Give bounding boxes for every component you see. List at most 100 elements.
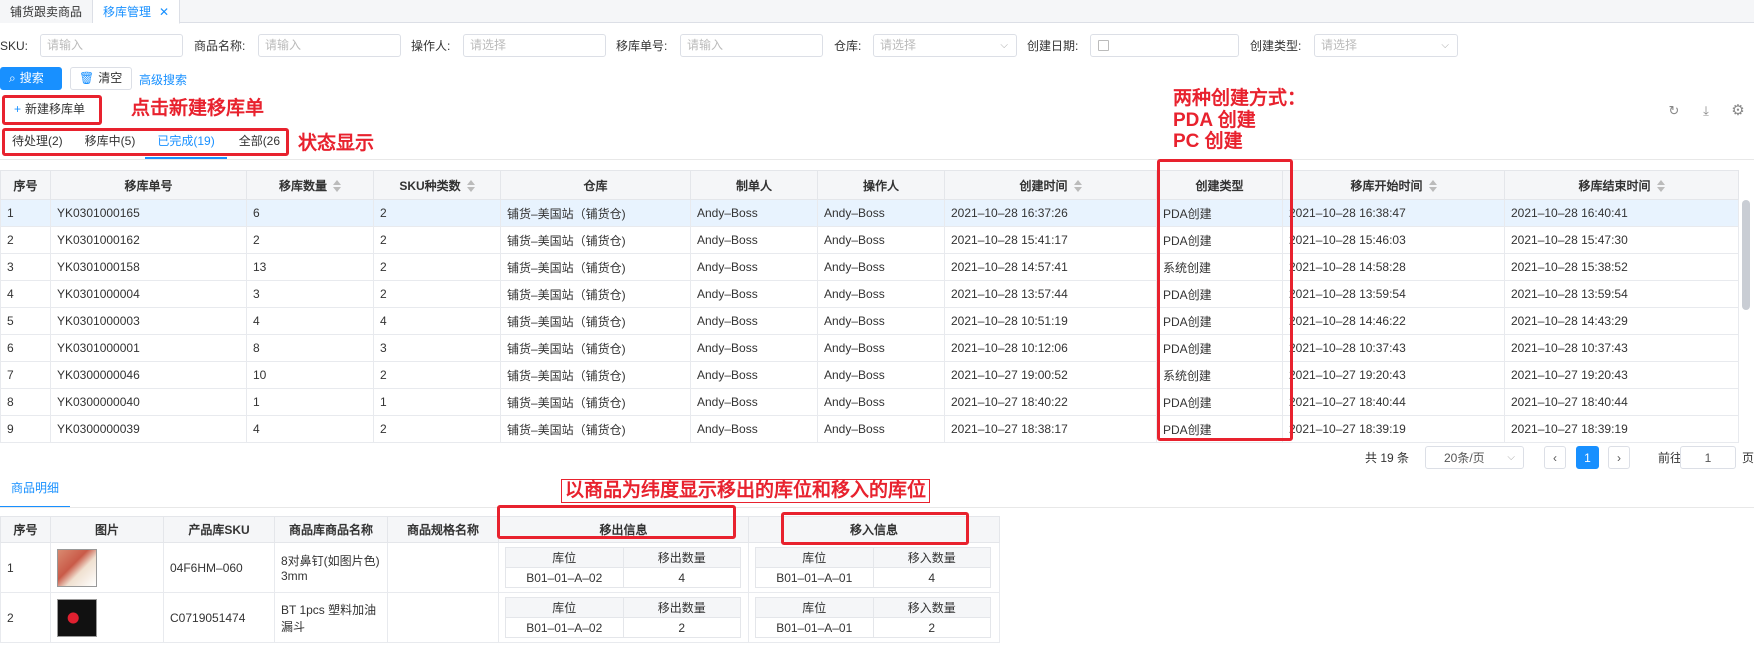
move-no-input[interactable]: 请输入 <box>680 34 823 57</box>
in-qty-header: 移入数量 <box>872 547 991 568</box>
out-loc-value: B01–01–A–02 <box>505 567 624 588</box>
next-page-button[interactable]: › <box>1608 446 1630 469</box>
table-row[interactable]: 7 YK0300000046 10 2 铺货–美国站（铺货仓) Andy–Boss Andy… <box>0 361 1739 389</box>
tab-distribution-products[interactable]: 铺货跟卖商品 <box>0 0 94 23</box>
in-loc-value: B01–01–A–01 <box>755 617 874 638</box>
tab-product-detail[interactable]: 商品明细 <box>0 478 70 508</box>
sort-icon[interactable] <box>333 180 341 193</box>
cell-warehouse: 铺货–美国站（铺货仓) <box>500 280 691 308</box>
cell-move-qty: 4 <box>246 415 374 443</box>
table-row[interactable]: 8 YK0300000040 1 1 铺货–美国站（铺货仓) Andy–Boss Andy–… <box>0 388 1739 416</box>
warehouse-select[interactable]: 请选择 ⌵ <box>873 34 1017 57</box>
prev-page-button[interactable]: ‹ <box>1544 446 1566 469</box>
cell-no: 7 <box>0 361 51 389</box>
sort-icon[interactable] <box>1428 180 1437 193</box>
cell-no: 4 <box>0 280 51 308</box>
annotation-box-status-tabs <box>2 128 289 156</box>
tab-move-management[interactable]: 移库管理 ✕ <box>93 0 181 24</box>
detail-cell-image <box>50 542 164 593</box>
cell-operator: Andy–Boss <box>817 226 945 254</box>
cell-create-time: 2021–10–27 18:40:22 <box>944 388 1157 416</box>
table-row: 1 04F6HM–060 8对鼻钉(如图片色) 3mm 库位 移出数量 B01–0… <box>0 542 1000 593</box>
annotation-status-show: 状态显示 <box>298 133 375 154</box>
cell-move-no: YK0300000046 <box>50 361 247 389</box>
refresh-icon[interactable]: ↻ <box>1667 104 1681 118</box>
goto-page-input[interactable]: 1 <box>1680 446 1736 469</box>
cell-move-qty: 2 <box>246 226 374 254</box>
pagination-total: 共 19 条 <box>1365 451 1410 465</box>
sort-icon[interactable] <box>466 180 475 193</box>
out-loc-header: 库位 <box>505 547 624 568</box>
cell-end-time: 2021–10–28 15:47:30 <box>1504 226 1739 254</box>
col-header-sku-types[interactable]: SKU种类数 <box>373 170 501 200</box>
table-row[interactable]: 9 YK0300000039 4 2 铺货–美国站（铺货仓) Andy–Boss Andy–… <box>0 415 1739 443</box>
cell-start-time: 2021–10–27 18:40:44 <box>1282 388 1505 416</box>
cell-no: 5 <box>0 307 51 335</box>
cell-warehouse: 铺货–美国站（铺货仓) <box>500 361 691 389</box>
cell-move-no: YK0301000004 <box>50 280 247 308</box>
search-icon: ⌕ <box>9 71 16 85</box>
col-header-end-time[interactable]: 移库结束时间 <box>1504 170 1739 200</box>
product-name-input[interactable]: 请输入 <box>258 34 401 57</box>
operator-select[interactable]: 请选择 <box>463 34 606 57</box>
in-info-table: 库位 移入数量 B01–01–A–01 4 <box>755 547 991 588</box>
cell-creator: Andy–Boss <box>690 226 818 254</box>
cell-move-no: YK0300000039 <box>50 415 247 443</box>
sort-icon[interactable] <box>1073 180 1082 193</box>
out-qty-value: 4 <box>622 567 741 588</box>
create-type-select[interactable]: 请选择 ⌵ <box>1314 34 1458 57</box>
detail-col-no: 序号 <box>0 516 51 543</box>
product-thumbnail[interactable] <box>57 598 97 637</box>
cell-creator: Andy–Boss <box>690 253 818 281</box>
page-size-select[interactable]: 20条/页 ⌵ <box>1425 446 1524 469</box>
col-header-start-time[interactable]: 移库开始时间 <box>1282 170 1505 200</box>
annotation-box-new-order <box>2 95 102 125</box>
cell-start-time: 2021–10–27 19:20:43 <box>1282 361 1505 389</box>
search-button-label: 搜索 <box>19 71 44 85</box>
detail-cell-no: 1 <box>0 542 51 593</box>
detail-col-product-name: 商品库商品名称 <box>274 516 388 543</box>
sku-input[interactable]: 请输入 <box>40 34 183 57</box>
table-row[interactable]: 2 YK0301000162 2 2 铺货–美国站（铺货仓) Andy–Boss Andy–… <box>0 226 1739 254</box>
chevron-left-icon: ‹ <box>1553 450 1557 465</box>
product-thumbnail[interactable] <box>57 548 97 587</box>
move-no-placeholder: 请输入 <box>687 38 724 52</box>
cell-end-time: 2021–10–28 13:59:54 <box>1504 280 1739 308</box>
search-button[interactable]: ⌕ 搜索 <box>0 67 62 90</box>
table-scrollbar[interactable] <box>1742 200 1750 310</box>
advanced-search-link[interactable]: 高级搜索 <box>139 71 187 88</box>
table-row[interactable]: 4 YK0301000004 3 2 铺货–美国站（铺货仓) Andy–Boss Andy–… <box>0 280 1739 308</box>
annotation-box-in-info <box>781 512 969 545</box>
detail-cell-out-info: 库位 移出数量 B01–01–A–02 4 <box>498 542 749 593</box>
out-qty-value: 2 <box>622 617 741 638</box>
clear-button[interactable]: 🗑 清空 <box>70 67 132 90</box>
table-row[interactable]: 1 YK0301000165 6 2 铺货–美国站（铺货仓) Andy–Boss Andy–… <box>0 199 1739 227</box>
gear-icon[interactable]: ⚙ <box>1731 103 1745 118</box>
cell-move-qty: 8 <box>246 334 374 362</box>
cell-sku-types: 2 <box>373 415 501 443</box>
detail-col-image: 图片 <box>50 516 164 543</box>
create-date-picker[interactable] <box>1090 34 1239 57</box>
close-icon[interactable]: ✕ <box>159 1 169 23</box>
col-header-creator: 制单人 <box>690 170 818 200</box>
cell-move-qty: 3 <box>246 280 374 308</box>
cell-move-qty: 1 <box>246 388 374 416</box>
table-row[interactable]: 5 YK0301000003 4 4 铺货–美国站（铺货仓) Andy–Boss Andy–… <box>0 307 1739 335</box>
page-number-current[interactable]: 1 <box>1576 446 1599 469</box>
table-row[interactable]: 6 YK0301000001 8 3 铺货–美国站（铺货仓) Andy–Boss Andy–… <box>0 334 1739 362</box>
col-header-create-time[interactable]: 创建时间 <box>944 170 1157 200</box>
sku-placeholder: 请输入 <box>47 38 84 52</box>
move-order-table: 序号 移库单号 移库数量 SKU种类数 仓库 制单人 操作人 创建时间 创建类型… <box>0 170 1739 443</box>
cell-operator: Andy–Boss <box>817 361 945 389</box>
status-tabs-divider <box>0 159 1754 160</box>
cell-create-time: 2021–10–28 13:57:44 <box>944 280 1157 308</box>
col-header-move-no: 移库单号 <box>50 170 247 200</box>
cell-no: 2 <box>0 226 51 254</box>
cell-create-time: 2021–10–28 15:41:17 <box>944 226 1157 254</box>
table-row[interactable]: 3 YK0301000158 13 2 铺货–美国站（铺货仓) Andy–Boss Andy… <box>0 253 1739 281</box>
download-icon[interactable]: ⤓ <box>1699 104 1713 118</box>
move-no-label: 移库单号: <box>616 39 668 53</box>
sort-icon[interactable] <box>1656 180 1665 193</box>
col-header-move-qty[interactable]: 移库数量 <box>246 170 374 200</box>
cell-warehouse: 铺货–美国站（铺货仓) <box>500 334 691 362</box>
